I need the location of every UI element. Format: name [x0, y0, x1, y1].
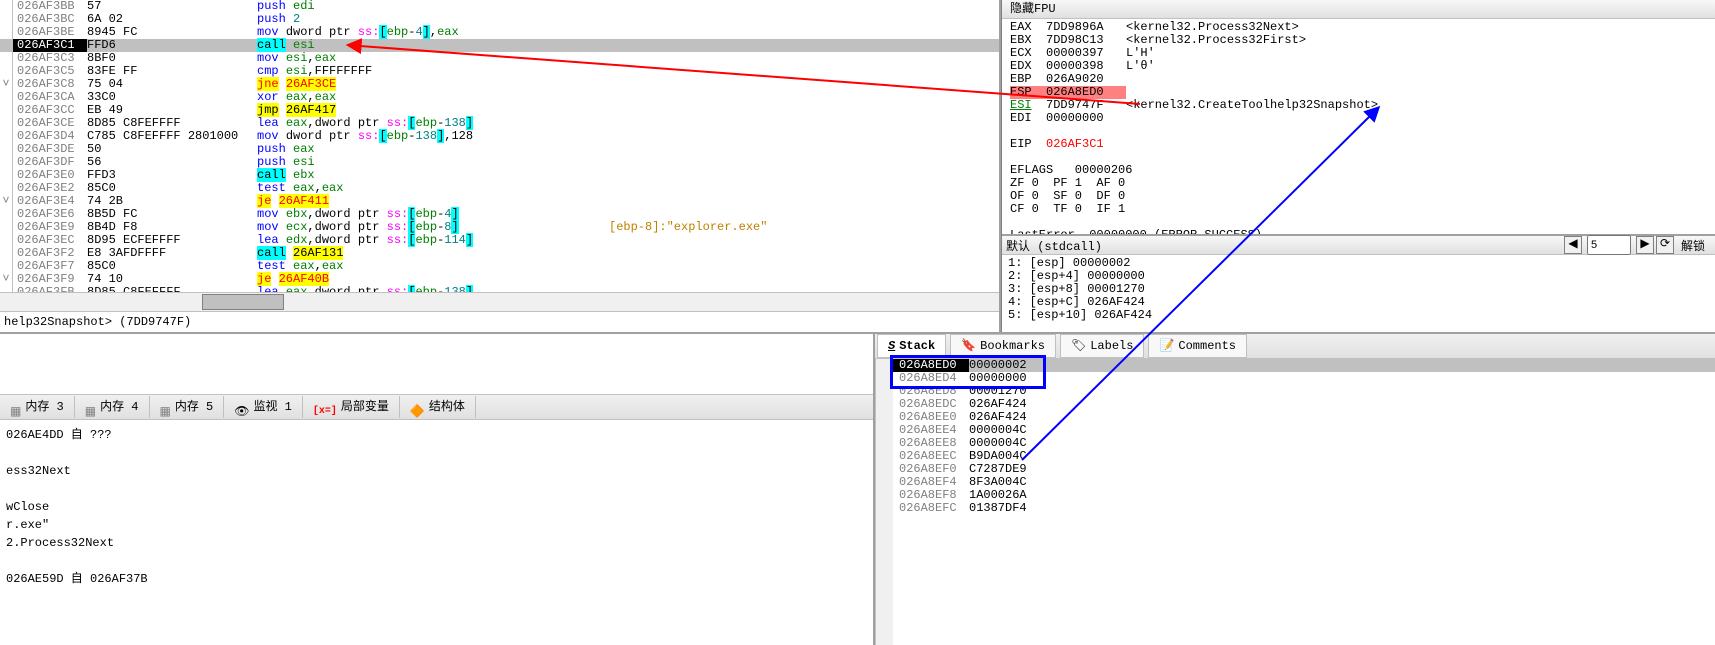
stack-row[interactable]: 026A8EFC01387DF4: [893, 502, 1715, 515]
tab-labels[interactable]: 🏷 Labels: [1060, 334, 1144, 358]
disasm-hscroll[interactable]: [0, 292, 999, 311]
disasm-row[interactable]: ˅026AF3E474 2Bje 26AF411: [0, 195, 999, 208]
disasm-row[interactable]: 026AF3BE8945 FCmov dword ptr ss:[ebp-4],…: [0, 26, 999, 39]
tab-内存 5[interactable]: ▦内存 5: [150, 396, 225, 418]
disasm-row[interactable]: 026AF3E0FFD3call ebx: [0, 169, 999, 182]
watch-items[interactable]: 1: [esp] 000000022: [esp+4] 000000003: […: [1002, 255, 1715, 324]
refresh-button[interactable]: ⟳: [1656, 236, 1674, 254]
reg-title[interactable]: 隐藏FPU: [1002, 0, 1715, 19]
tab-结构体[interactable]: 🔶结构体: [400, 396, 476, 418]
disasm-row[interactable]: 026AF3DE50push eax: [0, 143, 999, 156]
disasm-row[interactable]: 026AF3CA33C0xor eax,eax: [0, 91, 999, 104]
tab-内存 4[interactable]: ▦内存 4: [75, 396, 150, 418]
memory-tabs[interactable]: ▦内存 3▦内存 4▦内存 5👁监视 1[x=]局部变量🔶结构体: [0, 394, 873, 420]
stack-view[interactable]: 026A8ED000000002026A8ED400000000026A8ED8…: [893, 359, 1715, 645]
disasm-row[interactable]: 026AF3C38BF0mov esi,eax: [0, 52, 999, 65]
disasm-row[interactable]: 026AF3E285C0test eax,eax: [0, 182, 999, 195]
disasm-row[interactable]: 026AF3BB57push edi: [0, 0, 999, 13]
tab-监视 1[interactable]: 👁监视 1: [224, 396, 303, 418]
disasm-row[interactable]: 026AF3E68B5D FCmov ebx,dword ptr ss:[ebp…: [0, 208, 999, 221]
disassembly-view[interactable]: 026AF3BB57push edi026AF3BC6A 02push 2026…: [0, 0, 999, 292]
disasm-row[interactable]: 026AF3C1FFD6call esi: [0, 39, 999, 52]
disasm-row[interactable]: 026AF3F2E8 3AFDFFFFcall 26AF131: [0, 247, 999, 260]
next-button[interactable]: ▶: [1636, 236, 1654, 254]
info-bar: help32Snapshot> (7DD9747F): [0, 311, 999, 332]
disasm-row[interactable]: 026AF3BC6A 02push 2: [0, 13, 999, 26]
stack-highlight-box: [890, 355, 1046, 389]
tab-comments[interactable]: 📝 Comments: [1148, 334, 1247, 358]
tab-局部变量[interactable]: [x=]局部变量: [303, 396, 400, 418]
log-view[interactable]: 026AE4DD 自 ??? ess32Next wCloser.exe"2.P…: [0, 420, 873, 645]
stack-vscroll[interactable]: [875, 359, 893, 645]
calling-convention[interactable]: 默认 (stdcall): [1006, 237, 1102, 254]
disasm-row[interactable]: ˅026AF3C875 04jne 26AF3CE: [0, 78, 999, 91]
lock-button[interactable]: 解锁: [1675, 237, 1711, 254]
watch-toolbar[interactable]: 默认 (stdcall) ◀ ▶ ⟳ 解锁: [1002, 236, 1715, 255]
prev-button[interactable]: ◀: [1564, 236, 1582, 254]
disasm-row[interactable]: 026AF3DF56push esi: [0, 156, 999, 169]
tab-内存 3[interactable]: ▦内存 3: [0, 396, 75, 418]
disasm-row[interactable]: 026AF3D4C785 C8FEFFFF 2801000mov dword p…: [0, 130, 999, 143]
disasm-row[interactable]: 026AF3F785C0test eax,eax: [0, 260, 999, 273]
register-panel[interactable]: 隐藏FPU EAX7DD9896A<kernel32.Process32Next…: [1002, 0, 1715, 234]
disasm-row[interactable]: 026AF3C583FE FFcmp esi,FFFFFFFF: [0, 65, 999, 78]
watch-count-input[interactable]: [1587, 235, 1631, 255]
